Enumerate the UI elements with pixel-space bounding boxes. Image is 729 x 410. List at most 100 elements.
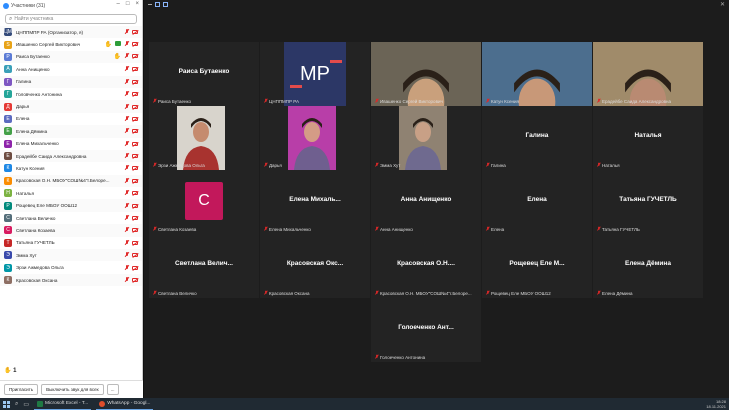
participant-row[interactable]: Г Головченко Антонина (0, 88, 142, 100)
camera-off-icon[interactable] (132, 203, 138, 208)
video-tile[interactable]: Красовская Окс... Красовская Оксана (260, 234, 370, 298)
mic-muted-icon[interactable] (124, 41, 129, 47)
camera-off-icon[interactable] (132, 253, 138, 258)
participant-row[interactable]: К Красовская Оксана (0, 273, 142, 287)
camera-off-icon[interactable] (132, 79, 138, 84)
taskbar-whatsapp-button[interactable]: WhatsApp - Googl... (96, 399, 154, 410)
mute-all-button[interactable]: Выключить звук для всех (41, 384, 104, 395)
video-tile[interactable]: Раиса Бутаенко Раиса Бутаенко (149, 42, 259, 106)
video-tile[interactable]: Ивашенко Сергей Викторович (371, 42, 481, 106)
participant-row[interactable]: Д Дарья (0, 100, 142, 113)
more-button[interactable]: ... (106, 384, 119, 395)
mic-muted-icon[interactable] (124, 190, 129, 196)
camera-off-icon[interactable] (132, 216, 138, 221)
camera-off-icon[interactable] (132, 240, 138, 245)
camera-off-icon[interactable] (132, 92, 138, 97)
windows-start-icon[interactable] (3, 400, 10, 408)
mic-muted-icon[interactable] (124, 66, 129, 72)
camera-off-icon[interactable] (132, 154, 138, 159)
camera-off-icon[interactable] (132, 42, 138, 47)
mic-muted-icon[interactable] (124, 53, 129, 59)
participant-row[interactable]: С Светлана Величко (0, 212, 142, 224)
maximize-icon[interactable]: □ (126, 1, 130, 7)
mic-muted-icon[interactable] (124, 78, 129, 85)
video-tile[interactable]: Красовская О.Н.... Красовская О.Н. МБОУ"С… (371, 234, 481, 298)
mic-muted-icon[interactable] (124, 177, 129, 184)
mic-muted-icon[interactable] (124, 215, 129, 221)
participant-row[interactable]: Р Раиса Бутаенко ✋ (0, 50, 142, 64)
participant-row[interactable]: К Катун Ксения (0, 162, 142, 174)
mic-muted-icon[interactable] (124, 91, 129, 97)
video-tile[interactable]: Эмма Хут (371, 106, 481, 170)
task-view-icon[interactable]: ▭ (23, 401, 29, 408)
mic-muted-icon[interactable] (124, 153, 129, 159)
camera-off-icon[interactable] (132, 265, 138, 270)
mic-muted-icon[interactable] (124, 29, 129, 35)
camera-off-icon[interactable] (132, 129, 138, 134)
close-window-icon[interactable]: ✕ (720, 1, 725, 8)
video-tile[interactable]: C Светлана Козаева (149, 170, 259, 234)
participant-row[interactable]: С Светлана Козаева (0, 224, 142, 237)
video-tile[interactable]: Эрзи Ажмедова Ольга (149, 106, 259, 170)
camera-off-icon[interactable] (132, 67, 138, 72)
video-tile[interactable]: Голоеченко Ант... Голоеченко Антонина (371, 298, 481, 362)
participant-row[interactable]: Е Ерадейбе Саида Александровна (0, 149, 142, 163)
video-tile[interactable]: Анна Анищенко Анна Анищенко (371, 170, 481, 234)
mic-muted-icon[interactable] (124, 103, 129, 110)
participant-row[interactable]: Н Наталья (0, 187, 142, 199)
minimize-icon[interactable] (148, 3, 152, 5)
mic-muted-icon[interactable] (124, 165, 129, 171)
participant-search-input[interactable]: ⌕ Найти участника (5, 14, 137, 24)
camera-off-icon[interactable] (132, 30, 138, 35)
mic-muted-icon[interactable] (124, 239, 129, 246)
video-tile[interactable]: MP ЦНППМПР РА (260, 42, 370, 106)
mic-muted-icon[interactable] (124, 277, 129, 283)
search-icon[interactable]: ⌕ (15, 401, 18, 408)
camera-off-icon[interactable] (132, 116, 138, 121)
video-tile[interactable]: Рощевец Еле М... Рощевец Еле МБОУ ООШ12 (482, 234, 592, 298)
camera-off-icon[interactable] (132, 166, 138, 171)
invite-button[interactable]: Пригласить (4, 384, 39, 395)
mic-muted-icon[interactable] (124, 140, 129, 147)
mic-muted-icon[interactable] (124, 202, 129, 209)
participant-row[interactable]: Т Татьяна ГУЧЕТЛЬ (0, 237, 142, 249)
camera-off-icon[interactable] (132, 191, 138, 196)
grid-view-icon[interactable] (163, 1, 168, 7)
close-icon[interactable]: × (135, 1, 139, 7)
video-tile[interactable]: Елена Дёмина Елена Дёмина (593, 234, 703, 298)
mic-muted-icon[interactable] (124, 128, 129, 134)
camera-off-icon[interactable] (132, 104, 138, 109)
video-tile[interactable]: Катун Ксения (482, 42, 592, 106)
participant-row[interactable]: К Красовская О.Н. МБОУ"СОШ№4"г.Белоре... (0, 174, 142, 188)
video-tile[interactable]: Татьяна ГУЧЕТЛЬ Татьяна ГУЧЕТЛЬ (593, 170, 703, 234)
participant-row[interactable]: Э Эмма Хут (0, 249, 142, 262)
mic-muted-icon[interactable] (124, 227, 129, 233)
participant-row[interactable]: Е Елена (0, 113, 142, 125)
participant-row[interactable]: Э Эрзи Ажмедова Ольга (0, 261, 142, 273)
video-tile[interactable]: Наталья Наталья (593, 106, 703, 170)
view-icon[interactable] (155, 1, 160, 7)
mic-muted-icon[interactable] (124, 115, 129, 122)
participant-row[interactable]: Е Елена Михальченко (0, 138, 142, 150)
video-tile[interactable]: Елена Елена (482, 170, 592, 234)
video-tile[interactable]: Галина Галина (482, 106, 592, 170)
camera-off-icon[interactable] (132, 278, 138, 282)
minimize-icon[interactable]: – (117, 1, 120, 7)
participant-row[interactable]: ЦМ ЦНППМПР РА (Организатор, я) (0, 26, 142, 39)
camera-off-icon[interactable] (132, 141, 138, 146)
video-tile[interactable]: Елена Михаль... Елена Михальченко (260, 170, 370, 234)
camera-off-icon[interactable] (132, 178, 138, 183)
participant-row[interactable]: Е Елена Дёмина (0, 125, 142, 138)
camera-off-icon[interactable] (132, 54, 138, 59)
camera-off-icon[interactable] (132, 228, 138, 233)
participant-row[interactable]: S Ивашенко Сергей Викторович ✋ (0, 38, 142, 50)
participant-row[interactable]: Г Галина (0, 75, 142, 88)
video-tile[interactable]: Светлана Велич... Светлана Величко (149, 234, 259, 298)
participant-row[interactable]: Р Рощевец Еле МБОУ ООШ12 (0, 199, 142, 212)
video-tile[interactable]: Ерадейбе Саида Александровна (593, 42, 703, 106)
mic-muted-icon[interactable] (124, 252, 129, 258)
mic-muted-icon[interactable] (124, 264, 129, 271)
taskbar-excel-button[interactable]: Microsoft Excel - Т... (34, 399, 92, 410)
participant-row[interactable]: А Анна Анищенко (0, 63, 142, 75)
video-tile[interactable]: Дарья (260, 106, 370, 170)
